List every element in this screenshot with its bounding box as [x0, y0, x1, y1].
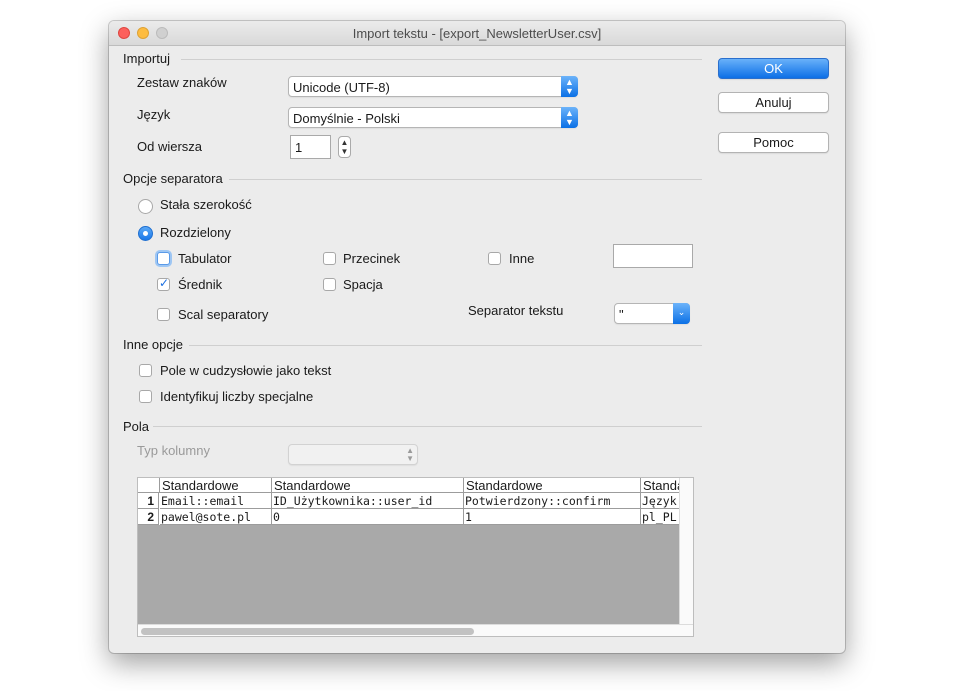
separator-divider: [229, 179, 702, 180]
help-button[interactable]: Pomoc: [718, 132, 829, 153]
space-checkbox[interactable]: [323, 278, 336, 291]
table-cell: 1: [464, 509, 641, 525]
preview-empty-area: [138, 525, 679, 624]
table-cell: pl_PL: [641, 509, 679, 525]
import-text-dialog: Import tekstu - [export_NewsletterUser.c…: [109, 21, 845, 653]
table-cell: pawel@sote.pl: [160, 509, 272, 525]
scrollbar-thumb[interactable]: [141, 628, 474, 635]
column-type-select[interactable]: ▲ ▼: [288, 444, 418, 465]
language-select[interactable]: Domyślnie - Polski ▲ ▼: [288, 107, 578, 128]
fields-divider: [153, 426, 702, 427]
column-header[interactable]: Standardowe: [160, 478, 272, 493]
table-cell: Email::email: [160, 493, 272, 509]
up-down-arrows-icon: ▲ ▼: [561, 76, 578, 97]
ok-button[interactable]: OK: [718, 58, 829, 79]
other-checkbox[interactable]: [488, 252, 501, 265]
chevron-down-icon: ⌄: [673, 303, 690, 324]
text-separator-select[interactable]: " ⌄: [614, 303, 690, 324]
table-cell: Język: [641, 493, 679, 509]
row-number: 1: [138, 493, 159, 509]
detect-special-numbers-checkbox[interactable]: [139, 390, 152, 403]
from-row-stepper[interactable]: ▲ ▼: [338, 136, 351, 158]
table-cell: ID_Użytkownika::user_id: [272, 493, 464, 509]
table-cell: Potwierdzony::confirm: [464, 493, 641, 509]
up-down-arrows-icon: ▲ ▼: [406, 446, 414, 463]
tab-checkbox[interactable]: [157, 252, 170, 265]
from-row-label: Od wiersza: [137, 139, 203, 154]
title-bar[interactable]: Import tekstu - [export_NewsletterUser.c…: [109, 21, 845, 46]
detect-special-numbers-label[interactable]: Identyfikuj liczby specjalne: [160, 389, 313, 404]
charset-label: Zestaw znaków: [137, 75, 227, 90]
other-options-section-label: Inne opcje: [123, 337, 183, 352]
charset-value: Unicode (UTF-8): [293, 80, 390, 95]
tab-label[interactable]: Tabulator: [178, 251, 231, 266]
cancel-button[interactable]: Anuluj: [718, 92, 829, 113]
comma-label[interactable]: Przecinek: [343, 251, 400, 266]
merge-separators-checkbox[interactable]: [157, 308, 170, 321]
fields-section-label: Pola: [123, 419, 150, 434]
fixed-width-label[interactable]: Stała szerokość: [160, 197, 252, 212]
window-title: Import tekstu - [export_NewsletterUser.c…: [352, 26, 602, 41]
from-row-input[interactable]: 1: [290, 135, 331, 159]
fixed-width-radio[interactable]: [138, 199, 153, 214]
row-number: 2: [138, 509, 159, 525]
other-label[interactable]: Inne: [509, 251, 534, 266]
language-value: Domyślnie - Polski: [293, 111, 400, 126]
import-divider: [181, 59, 702, 60]
language-label: Język: [137, 107, 171, 122]
merge-separators-label[interactable]: Scal separatory: [178, 307, 268, 322]
text-separator-label: Separator tekstu: [468, 303, 564, 318]
checkmark-icon: ✓: [159, 276, 170, 290]
column-header[interactable]: Standardowe: [272, 478, 464, 493]
space-label[interactable]: Spacja: [343, 277, 383, 292]
other-options-divider: [189, 345, 702, 346]
column-header[interactable]: Standardowe: [641, 478, 679, 493]
other-separator-input[interactable]: [613, 244, 693, 268]
semicolon-checkbox[interactable]: ✓: [157, 276, 170, 291]
separated-radio[interactable]: [138, 226, 153, 241]
horizontal-scrollbar[interactable]: [138, 624, 693, 636]
column-type-label: Typ kolumny: [137, 443, 210, 458]
column-header[interactable]: Standardowe: [464, 478, 641, 493]
quoted-as-text-checkbox[interactable]: [139, 364, 152, 377]
import-section-label: Importuj: [123, 51, 170, 66]
separator-section-label: Opcje separatora: [123, 171, 223, 186]
semicolon-label[interactable]: Średnik: [178, 277, 222, 292]
from-row-value: 1: [295, 140, 303, 155]
charset-select[interactable]: Unicode (UTF-8) ▲ ▼: [288, 76, 578, 97]
up-down-arrows-icon: ▲ ▼: [561, 107, 578, 128]
corner-cell: [138, 478, 160, 493]
text-separator-value: ": [619, 307, 624, 322]
comma-checkbox[interactable]: [323, 252, 336, 265]
quoted-as-text-label[interactable]: Pole w cudzysłowie jako tekst: [160, 363, 331, 378]
table-cell: 0: [272, 509, 464, 525]
separated-label[interactable]: Rozdzielony: [160, 225, 231, 240]
preview-table[interactable]: Standardowe Standardowe Standardowe Stan…: [137, 477, 694, 637]
vertical-scrollbar[interactable]: [679, 478, 693, 624]
